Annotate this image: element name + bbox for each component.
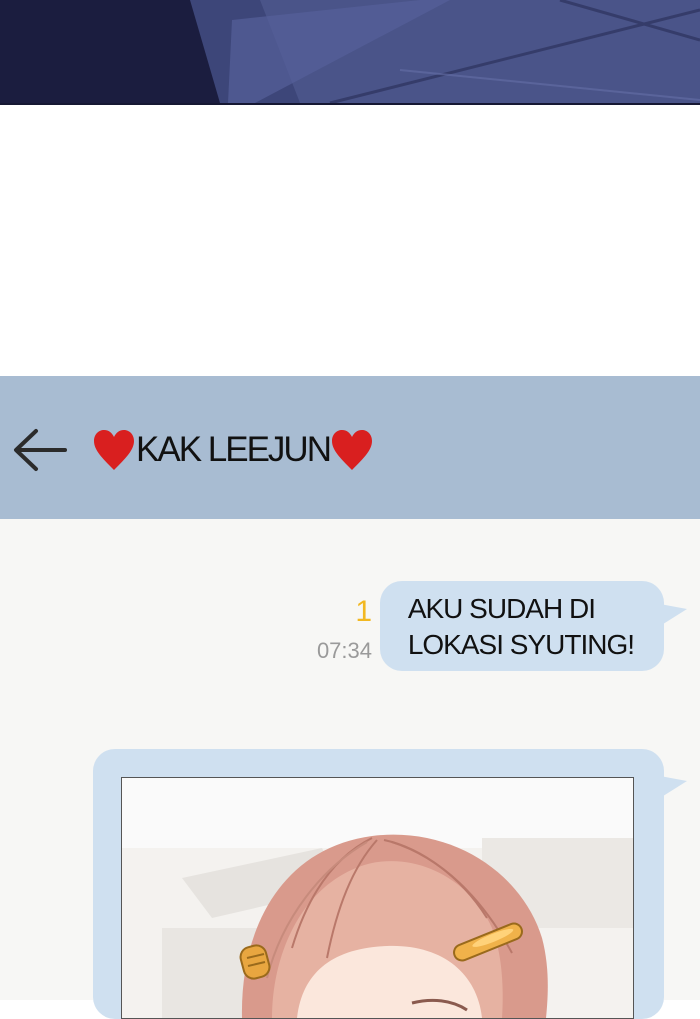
message-bubble[interactable]: AKU SUDAH DI LOKASI SYUTING! (380, 581, 664, 671)
message-time: 07:34 (316, 638, 372, 663)
photo-attachment[interactable] (121, 777, 634, 1019)
background-illustration (0, 0, 700, 103)
heart-icon (331, 430, 372, 470)
contact-name-title: KAK LEEJUN (92, 420, 374, 480)
comic-panel-top (0, 0, 700, 105)
contact-name: KAK LEEJUN (136, 430, 332, 469)
girl-photo-image (122, 778, 633, 1018)
heart-icon (94, 430, 134, 470)
message-text: AKU SUDAH DI LOKASI SYUTING! (407, 593, 635, 660)
arrow-left-icon[interactable] (12, 427, 68, 473)
bubble-tail (660, 776, 687, 798)
unread-count: 1 (355, 595, 372, 628)
bubble-tail (660, 604, 687, 626)
panel-gutter (0, 105, 700, 376)
